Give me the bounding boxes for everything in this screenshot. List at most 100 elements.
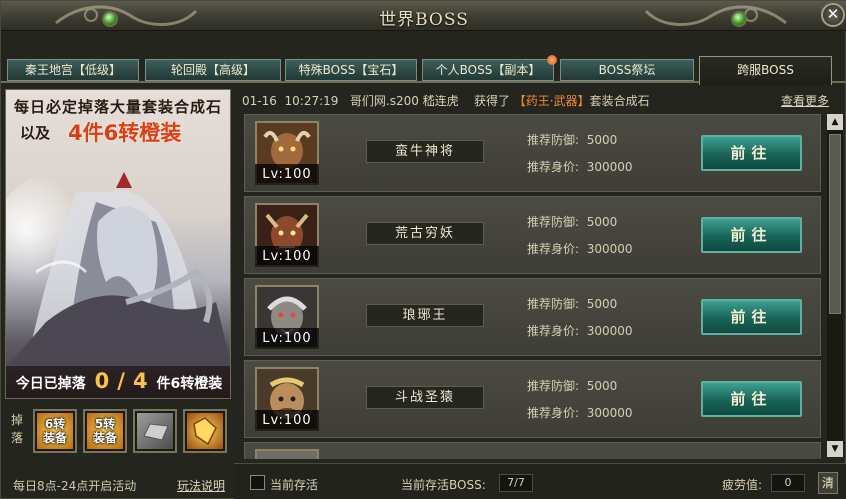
- slot-label: 5转 装备: [92, 417, 117, 445]
- scrollbar[interactable]: ▲ ▼: [827, 114, 843, 457]
- orange-equip-icon: 5转 装备: [87, 413, 123, 449]
- go-button[interactable]: 前往: [701, 381, 802, 417]
- boss-level: Lv:100: [255, 328, 319, 349]
- boss-name: 蛮牛神将: [366, 140, 484, 163]
- drops-label: 掉落: [11, 413, 24, 445]
- fatigue-value: 0: [771, 474, 805, 492]
- boss-card: Lv:100 荒古穷妖 推荐防御: 5000 推荐身价: 300000 前往: [244, 196, 821, 274]
- boss-card: Lv:100 斗战圣猿 推荐防御: 5000 推荐身价: 300000 前往: [244, 360, 821, 438]
- world-boss-window: 世界BOSS ✕ 秦王地宫【低级】 轮回殿【高级】 特殊BOSS【宝石】 个人B…: [0, 0, 846, 499]
- worth-value: 300000: [586, 160, 633, 174]
- tab-qin-palace[interactable]: 秦王地宫【低级】: [7, 59, 139, 81]
- def-value: 5000: [586, 133, 618, 147]
- tab-special-boss[interactable]: 特殊BOSS【宝石】: [285, 59, 417, 81]
- boss-card: Lv:100 蛮牛神将 推荐防御: 5000 推荐身价: 300000 前往: [244, 114, 821, 192]
- slot-label: 6转 装备: [42, 417, 67, 445]
- rules-link[interactable]: 玩法说明: [177, 477, 225, 494]
- news-time: 10:27:19: [284, 94, 339, 108]
- footer-bar: 当前存活 当前存活BOSS: 7/7 疲劳值: 0 清: [234, 463, 846, 499]
- close-button[interactable]: ✕: [821, 3, 845, 27]
- drop-current: 0: [94, 369, 110, 393]
- recommended-defense: 推荐防御: 5000: [527, 131, 617, 148]
- daily-drop-counter: 今日已掉落 0 / 4 件6转橙装: [6, 366, 230, 398]
- boss-level: Lv:100: [255, 246, 319, 267]
- boss-name: 斗战圣猿: [366, 386, 484, 409]
- worth-value: 300000: [586, 406, 633, 420]
- tab-bar: 秦王地宫【低级】 轮回殿【高级】 特殊BOSS【宝石】 个人BOSS【副本】 B…: [1, 53, 846, 85]
- recommended-defense: 推荐防御: 5000: [527, 295, 617, 312]
- tab-personal-boss[interactable]: 个人BOSS【副本】: [422, 55, 557, 81]
- worth-value: 300000: [586, 242, 633, 256]
- scroll-down-icon[interactable]: ▼: [827, 441, 843, 457]
- orange-equip-icon: 6转 装备: [37, 413, 73, 449]
- clear-fatigue-button[interactable]: 清: [818, 472, 838, 494]
- def-label: 推荐防御:: [527, 297, 580, 311]
- go-button[interactable]: 前往: [701, 217, 802, 253]
- drop-slot-silver-ingot[interactable]: [133, 409, 177, 453]
- def-label: 推荐防御:: [527, 215, 580, 229]
- worth-value: 300000: [586, 324, 633, 338]
- scroll-thumb[interactable]: [829, 134, 841, 314]
- alive-only-checkbox[interactable]: [250, 475, 265, 490]
- def-value: 5000: [586, 215, 618, 229]
- drop-suffix: 件6转橙装: [156, 376, 223, 392]
- boss-level: Lv:100: [255, 410, 319, 431]
- recommended-worth: 推荐身价: 300000: [527, 240, 633, 257]
- notification-dot-icon: [547, 55, 557, 65]
- news-player: 哥们网.s200 嵇连虎: [349, 94, 459, 108]
- def-label: 推荐防御:: [527, 379, 580, 393]
- gold-crystal-icon: [187, 413, 223, 449]
- worth-label: 推荐身价:: [527, 324, 580, 338]
- view-more-link[interactable]: 查看更多: [781, 92, 829, 109]
- boss-portrait-icon: [255, 449, 319, 459]
- tab-boss-altar[interactable]: BOSS祭坛: [560, 59, 694, 81]
- worth-label: 推荐身价:: [527, 242, 580, 256]
- promo-banner: 每日必定掉落大量套装合成石 以及 4件6转橙装 今日已掉落 0 / 4 件6转橙…: [5, 89, 231, 399]
- promo-highlight: 4件6转橙装: [68, 121, 182, 145]
- window-title: 世界BOSS: [379, 10, 469, 30]
- drop-slot-5turn-equip[interactable]: 5转 装备: [83, 409, 127, 453]
- boss-card-partial: [244, 442, 821, 459]
- go-button[interactable]: 前往: [701, 135, 802, 171]
- news-suffix: 套装合成石: [589, 94, 650, 108]
- recommended-worth: 推荐身价: 300000: [527, 404, 633, 421]
- drop-sep: /: [117, 369, 125, 393]
- drop-items: 掉落 6转 装备 5转 装备: [5, 407, 231, 455]
- def-label: 推荐防御:: [527, 133, 580, 147]
- alive-only-label: 当前存活: [270, 478, 319, 492]
- tab-label: 个人BOSS【副本】: [435, 63, 541, 77]
- drop-slot-6turn-equip[interactable]: 6转 装备: [33, 409, 77, 453]
- fatigue-label: 疲劳值:: [722, 478, 763, 492]
- news-date: 01-16: [242, 94, 277, 108]
- worth-label: 推荐身价:: [527, 160, 580, 174]
- tab-reincarnation-hall[interactable]: 轮回殿【高级】: [145, 59, 281, 81]
- boss-level: Lv:100: [255, 164, 319, 185]
- title-bar[interactable]: 世界BOSS ✕: [1, 1, 846, 31]
- go-button[interactable]: 前往: [701, 299, 802, 335]
- boss-name: 荒古穷妖: [366, 222, 484, 245]
- news-item: 【药王·武器】: [513, 94, 590, 108]
- drop-prefix: 今日已掉落: [15, 376, 86, 392]
- def-value: 5000: [586, 379, 618, 393]
- recommended-worth: 推荐身价: 300000: [527, 158, 633, 175]
- drop-slot-gold-crystal[interactable]: [183, 409, 227, 453]
- boss-list: Lv:100 蛮牛神将 推荐防御: 5000 推荐身价: 300000 前往 L…: [244, 114, 821, 459]
- recommended-defense: 推荐防御: 5000: [527, 377, 617, 394]
- worth-label: 推荐身价:: [527, 406, 580, 420]
- boss-card: Lv:100 琅琊王 推荐防御: 5000 推荐身价: 300000 前往: [244, 278, 821, 356]
- drop-total: 4: [132, 369, 148, 393]
- recommended-worth: 推荐身价: 300000: [527, 322, 633, 339]
- news-ticker: 01-16 10:27:19 哥们网.s200 嵇连虎 获得了 【药王·武器】套…: [242, 92, 812, 108]
- news-action: 获得了: [473, 94, 510, 108]
- alive-boss-count: 7/7: [499, 474, 533, 492]
- scroll-up-icon[interactable]: ▲: [827, 114, 843, 130]
- promo-headline: 每日必定掉落大量套装合成石: [13, 98, 222, 116]
- silver-ingot-icon: [137, 413, 173, 449]
- def-value: 5000: [586, 297, 618, 311]
- alive-boss-label: 当前存活BOSS:: [401, 478, 486, 492]
- tab-cross-server-boss[interactable]: 跨服BOSS: [699, 56, 832, 85]
- hero-artwork-icon: [6, 172, 230, 368]
- recommended-defense: 推荐防御: 5000: [527, 213, 617, 230]
- promo-and: 以及: [20, 124, 51, 142]
- boss-name: 琅琊王: [366, 304, 484, 327]
